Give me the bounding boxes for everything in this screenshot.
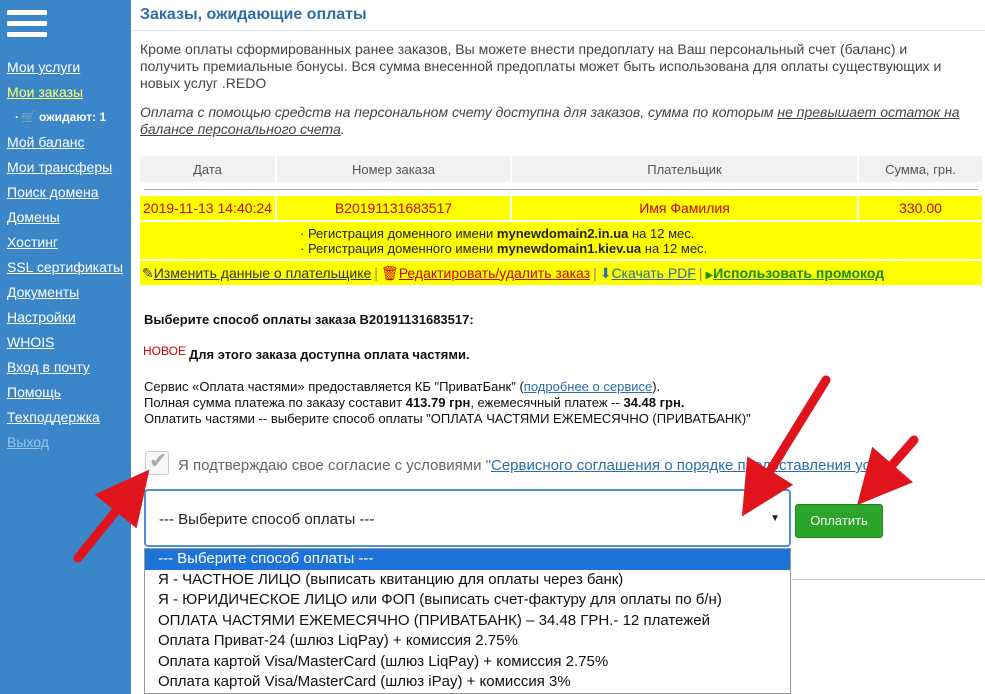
sidebar-nav: Мои услуги Мои заказы · 🛒 ожидают: 1 Мой б… xyxy=(7,58,127,458)
installments-info: Сервис «Оплата частями» предоставляется … xyxy=(144,379,834,427)
divider xyxy=(792,579,985,580)
sidebar-item-logout[interactable]: Выход xyxy=(7,433,127,458)
sidebar-item-whois[interactable]: WHOIS xyxy=(7,333,127,358)
download-pdf-link[interactable]: Скачать PDF xyxy=(611,265,695,281)
chevron-down-icon: ▼ xyxy=(770,513,780,524)
consent-checkbox[interactable]: ✔ xyxy=(145,448,169,475)
consent-row: ✔ Я подтверждаю свое согласие с условиям… xyxy=(145,448,985,476)
dropdown-option[interactable]: Я - ЧАСТНОЕ ЛИЦО (выписать квитанцию для… xyxy=(145,570,790,591)
order-detail-line: · Регистрация доменного имени mynewdomai… xyxy=(300,241,708,256)
pending-orders-label: ожидают: 1 xyxy=(38,110,107,124)
installments-info-line: Полная сумма платежа по заказу составит … xyxy=(144,395,685,410)
sidebar-item-my-orders[interactable]: Мои заказы xyxy=(7,83,127,108)
dropdown-option[interactable]: Я - ЮРИДИЧЕСКОЕ ЛИЦО или ФОП (выписать с… xyxy=(145,590,790,611)
download-icon: ⬇ xyxy=(599,264,612,281)
intro-text: Кроме оплаты сформированных ранее заказо… xyxy=(140,41,942,91)
sidebar-item-support[interactable]: Техподдержка xyxy=(7,408,127,433)
order-payer: Имя Фамилия xyxy=(512,196,857,220)
order-details-row: · Регистрация доменного имени mynewdomai… xyxy=(140,222,982,259)
dropdown-option[interactable]: Оплата Приват-24 (шлюз LiqPay) + комисси… xyxy=(145,631,790,652)
sidebar-item-hosting[interactable]: Хостинг xyxy=(7,233,127,258)
consent-label: Я подтверждаю свое согласие с условиями … xyxy=(178,457,898,474)
column-header-order-number: Номер заказа xyxy=(277,156,510,182)
table-row: 2019-11-13 14:40:24 B20191131683517 Имя … xyxy=(140,196,982,220)
cart-icon: 🛒 xyxy=(21,110,36,124)
column-header-date: Дата xyxy=(140,156,275,182)
dropdown-option[interactable]: --- Выберите способ оплаты --- xyxy=(145,549,790,570)
sidebar-item-settings[interactable]: Настройки xyxy=(7,308,127,333)
installments-info-line: Сервис «Оплата частями» предоставляется … xyxy=(144,379,661,394)
payment-method-select[interactable]: --- Выберите способ оплаты --- ▼ xyxy=(144,489,791,547)
sidebar-item-my-balance[interactable]: Мой баланс xyxy=(7,133,127,158)
dropdown-option[interactable]: Оплата картой Visa/MasterCard (шлюз LiqP… xyxy=(145,652,790,673)
order-actions-row: ✎Изменить данные о плательщике | 🗑Редактир… xyxy=(140,261,982,285)
orders-table: Дата Номер заказа Плательщик Сумма, грн.… xyxy=(138,154,984,287)
trash-icon: 🗑 xyxy=(380,264,399,281)
service-details-link[interactable]: подробнее о сервисе xyxy=(524,379,652,394)
sidebar-item-help[interactable]: Помощь xyxy=(7,383,127,408)
sidebar-item-domains[interactable]: Домены xyxy=(7,208,127,233)
sidebar-item-my-services[interactable]: Мои услуги xyxy=(7,58,127,83)
order-number: B20191131683517 xyxy=(277,196,510,220)
installments-info-line: Оплатить частями -- выберите способ опла… xyxy=(144,411,751,426)
dropdown-option[interactable]: ОПЛАТА ЧАСТЯМИ ЕЖЕМЕСЯЧНО (ПРИВАТБАНК) –… xyxy=(145,611,790,632)
title-divider xyxy=(131,30,985,31)
order-detail-line: · Регистрация доменного имени mynewdomai… xyxy=(300,226,695,241)
pay-button[interactable]: Оплатить xyxy=(795,504,883,538)
balance-note-suffix: . xyxy=(340,121,345,137)
payment-method-dropdown: --- Выберите способ оплаты --- Я - ЧАСТН… xyxy=(144,548,791,694)
installments-title: Для этого заказа доступна оплата частями… xyxy=(189,347,470,362)
edit-payer-link[interactable]: Изменить данные о плательщике xyxy=(154,265,372,281)
sidebar-item-my-transfers[interactable]: Мои трансферы xyxy=(7,158,127,183)
payment-method-selected: --- Выберите способ оплаты --- xyxy=(159,511,375,528)
checkmark-icon: ✔ xyxy=(149,448,168,473)
bullet-icon: · xyxy=(15,110,19,124)
sidebar-item-documents[interactable]: Документы xyxy=(7,283,127,308)
sidebar-item-pending-orders[interactable]: · 🛒 ожидают: 1 xyxy=(7,108,127,133)
order-date: 2019-11-13 14:40:24 xyxy=(140,196,275,220)
main-content: Заказы, ожидающие оплаты Кроме оплаты сф… xyxy=(131,0,985,694)
menu-icon[interactable] xyxy=(7,10,47,40)
sidebar-item-webmail[interactable]: Вход в почту xyxy=(7,358,127,383)
page-title: Заказы, ожидающие оплаты xyxy=(140,6,367,23)
pencil-icon: ✎ xyxy=(142,264,154,281)
column-header-payer: Плательщик xyxy=(512,156,857,182)
use-promocode-link[interactable]: Использовать промокод xyxy=(713,265,884,281)
balance-note-prefix: Оплата с помощью средств на персональном… xyxy=(140,104,778,120)
service-agreement-link[interactable]: Сервисного соглашения о порядке предоста… xyxy=(491,457,892,474)
sidebar-item-ssl[interactable]: SSL сертификаты xyxy=(7,258,127,283)
dropdown-option[interactable]: Оплата картой Visa/MasterCard (шлюз iPay… xyxy=(145,672,790,693)
sidebar: Мои услуги Мои заказы · 🛒 ожидают: 1 Мой б… xyxy=(0,0,131,694)
payment-method-title: Выберите способ оплаты заказа B201911316… xyxy=(144,312,474,327)
new-badge: НОВОЕ xyxy=(143,344,186,358)
sidebar-item-domain-search[interactable]: Поиск домена xyxy=(7,183,127,208)
edit-delete-order-link[interactable]: Редактировать/удалить заказ xyxy=(399,265,590,281)
balance-note: Оплата с помощью средств на персональном… xyxy=(140,104,970,138)
table-divider xyxy=(144,188,978,190)
column-header-amount: Сумма, грн. xyxy=(859,156,982,182)
order-amount: 330.00 xyxy=(859,196,982,220)
